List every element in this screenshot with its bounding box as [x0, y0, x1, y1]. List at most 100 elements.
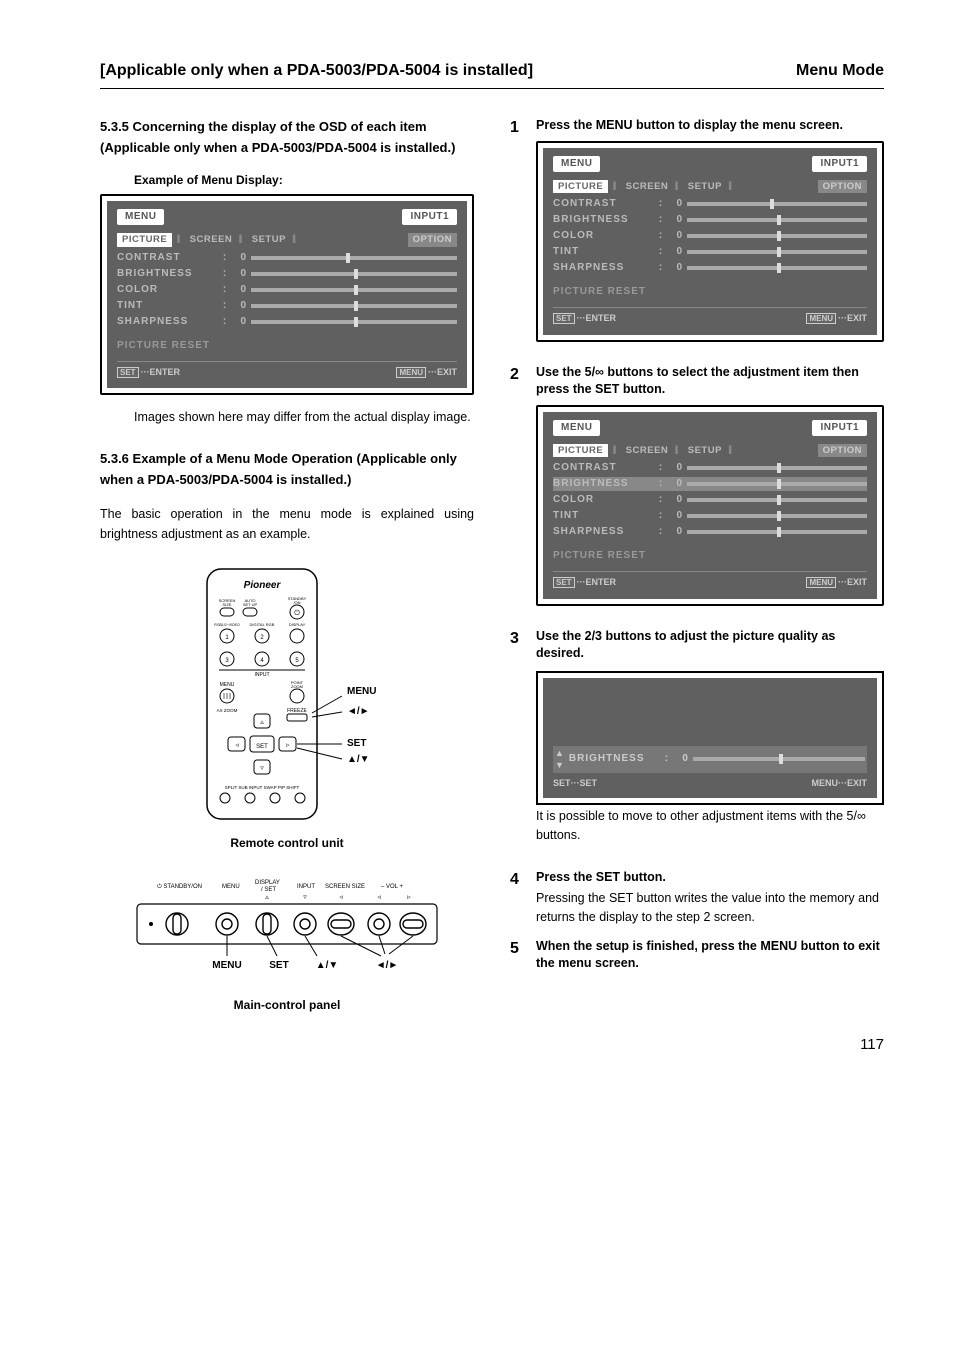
menu-pill: MENU: [553, 156, 600, 172]
page-header: [Applicable only when a PDA-5003/PDA-500…: [100, 60, 884, 89]
menu-tabs: PICTURE▌ SCREEN▌ SETUP▌ OPTION: [553, 444, 867, 457]
svg-text:▹: ▹: [407, 894, 411, 901]
input-pill: INPUT1: [402, 209, 457, 225]
panel-figure: ⏻ STANDBY/ON MENU DISPLAY / SET INPUT SC…: [100, 876, 474, 1014]
adjust-row: ▲▼ BRIGHTNESS : 0: [553, 746, 867, 773]
example-label: Example of Menu Display:: [134, 172, 474, 189]
svg-text:SPLIT SUB INPUT SWAP PIP SHIFT: SPLIT SUB INPUT SWAP PIP SHIFT: [225, 785, 300, 790]
menu-screenshot-step1: MENU INPUT1 PICTURE▌ SCREEN▌ SETUP▌ OPTI…: [536, 141, 884, 342]
input-pill: INPUT1: [812, 420, 867, 436]
svg-text:SCREEN SIZE: SCREEN SIZE: [325, 884, 365, 890]
menu-pill: MENU: [117, 209, 164, 225]
svg-text:◄/►: ◄/►: [376, 960, 399, 971]
step-number: 2: [510, 364, 526, 618]
step-number: 4: [510, 869, 526, 927]
slider: [251, 287, 457, 293]
svg-text:DISPLAY: DISPLAY: [255, 880, 280, 886]
svg-text:⏻ STANDBY/ON: ⏻ STANDBY/ON: [157, 883, 202, 890]
menu-screenshot-step2: MENU INPUT1 PICTURE▌ SCREEN▌ SETUP▌ OPTI…: [536, 405, 884, 606]
svg-text:◃: ◃: [339, 894, 343, 901]
svg-text:INPUT: INPUT: [297, 884, 315, 890]
tab-setup: SETUP: [250, 233, 288, 246]
step-4: 4 Press the SET button. Pressing the SET…: [510, 869, 884, 927]
header-left: [Applicable only when a PDA-5003/PDA-500…: [100, 60, 533, 82]
menu-footer: SET···ENTER MENU···EXIT: [117, 361, 457, 379]
svg-text:DIGITAL RGB: DIGITAL RGB: [250, 622, 275, 627]
svg-text:MENU: MENU: [222, 884, 240, 890]
menu-pill: MENU: [553, 420, 600, 436]
slider: [251, 271, 457, 277]
header-right: Menu Mode: [796, 60, 884, 82]
step-lead: Use the 5/∞ buttons to select the adjust…: [536, 365, 859, 397]
left-column: 5.3.5 Concerning the display of the OSD …: [100, 117, 474, 1013]
panel-caption: Main-control panel: [100, 997, 474, 1014]
param-contrast: CONTRAST: [117, 251, 217, 265]
section-535-note: Images shown here may differ from the ac…: [134, 407, 474, 427]
svg-text:▹: ▹: [286, 742, 290, 749]
svg-text:DISPLAY: DISPLAY: [289, 622, 306, 627]
section-number: 5.3.5: [100, 119, 129, 134]
step-4-body: Pressing the SET button writes the value…: [536, 889, 884, 928]
remote-icon: Pioneer SCREEN SIZE AUTO SET UP STANDBY …: [157, 564, 417, 824]
page-number: 117: [100, 1034, 884, 1055]
step-number: 5: [510, 938, 526, 973]
svg-text:◃: ◃: [235, 742, 239, 749]
svg-text:▵: ▵: [265, 894, 269, 901]
svg-text:FREEZE: FREEZE: [287, 708, 307, 714]
svg-text:AX ZOOM: AX ZOOM: [217, 708, 238, 713]
step-lead: Press the MENU button to display the men…: [536, 118, 843, 132]
svg-text:RGB1/2~VIDEO: RGB1/2~VIDEO: [214, 623, 240, 627]
input-pill: INPUT1: [812, 156, 867, 172]
tab-option: OPTION: [408, 233, 457, 246]
param-tint: TINT: [117, 299, 217, 313]
svg-text:SET UP: SET UP: [243, 602, 258, 607]
svg-text:◃: ◃: [377, 894, 381, 901]
step-number: 3: [510, 628, 526, 860]
picture-reset: PICTURE RESET: [117, 339, 457, 353]
updown-icon: ▲▼: [555, 747, 565, 772]
step-5: 5 When the setup is finished, press the …: [510, 938, 884, 973]
callout-ud: ▲/▼: [347, 754, 370, 765]
param-color: COLOR: [117, 283, 217, 297]
adjust-label: BRIGHTNESS: [569, 752, 659, 766]
slider: [251, 303, 457, 309]
menu-tabs: PICTURE▌ SCREEN▌ SETUP▌ OPTION: [553, 180, 867, 193]
step-3-note: It is possible to move to other adjustme…: [536, 807, 884, 846]
step-number: 1: [510, 117, 526, 353]
section-number: 5.3.6: [100, 451, 129, 466]
slider: [693, 756, 865, 762]
remote-figure: Pioneer SCREEN SIZE AUTO SET UP STANDBY …: [100, 564, 474, 852]
svg-text:SET: SET: [269, 960, 288, 971]
remote-caption: Remote control unit: [100, 835, 474, 852]
step-2: 2 Use the 5/∞ buttons to select the adju…: [510, 364, 884, 618]
callout-lr: ◄/►: [347, 706, 370, 717]
svg-text:▲/▼: ▲/▼: [316, 960, 339, 971]
tab-screen: SCREEN: [188, 233, 235, 246]
svg-text:MENU: MENU: [212, 960, 241, 971]
svg-text:INPUT: INPUT: [255, 672, 270, 678]
adjust-screenshot: ▲▼ BRIGHTNESS : 0 SET···SET MENU···EXIT: [536, 671, 884, 805]
panel-icon: ⏻ STANDBY/ON MENU DISPLAY / SET INPUT SC…: [127, 876, 447, 986]
svg-text:SIZE: SIZE: [223, 602, 232, 607]
step-lead: Use the 2/3 buttons to adjust the pictur…: [536, 629, 835, 661]
menu-screenshot-example: MENU INPUT1 PICTURE▌ SCREEN▌ SETUP▌ OPTI…: [100, 194, 474, 395]
step-lead: When the setup is finished, press the ME…: [536, 939, 880, 971]
right-column: 1 Press the MENU button to display the m…: [510, 117, 884, 1013]
row-highlighted: BRIGHTNESS:0: [553, 477, 867, 491]
step-lead: Press the SET button.: [536, 870, 666, 884]
section-title: Concerning the display of the OSD of eac…: [100, 119, 455, 154]
slider: [251, 319, 457, 325]
remote-brand: Pioneer: [244, 580, 282, 591]
svg-text:▿: ▿: [260, 765, 264, 772]
section-5-3-6-heading: 5.3.6 Example of a Menu Mode Operation (…: [100, 449, 474, 489]
param-brightness: BRIGHTNESS: [117, 267, 217, 281]
svg-text:▵: ▵: [260, 719, 264, 726]
svg-text:/ON: /ON: [293, 600, 300, 605]
adjust-footer: SET···SET MENU···EXIT: [553, 777, 867, 790]
svg-text:– VOL +: – VOL +: [381, 884, 403, 890]
svg-text:MENU: MENU: [220, 682, 235, 688]
step-1: 1 Press the MENU button to display the m…: [510, 117, 884, 353]
callout-menu: MENU: [347, 686, 376, 697]
section-title: Example of a Menu Mode Operation (Applic…: [100, 451, 457, 486]
svg-text:⏻: ⏻: [294, 609, 300, 617]
